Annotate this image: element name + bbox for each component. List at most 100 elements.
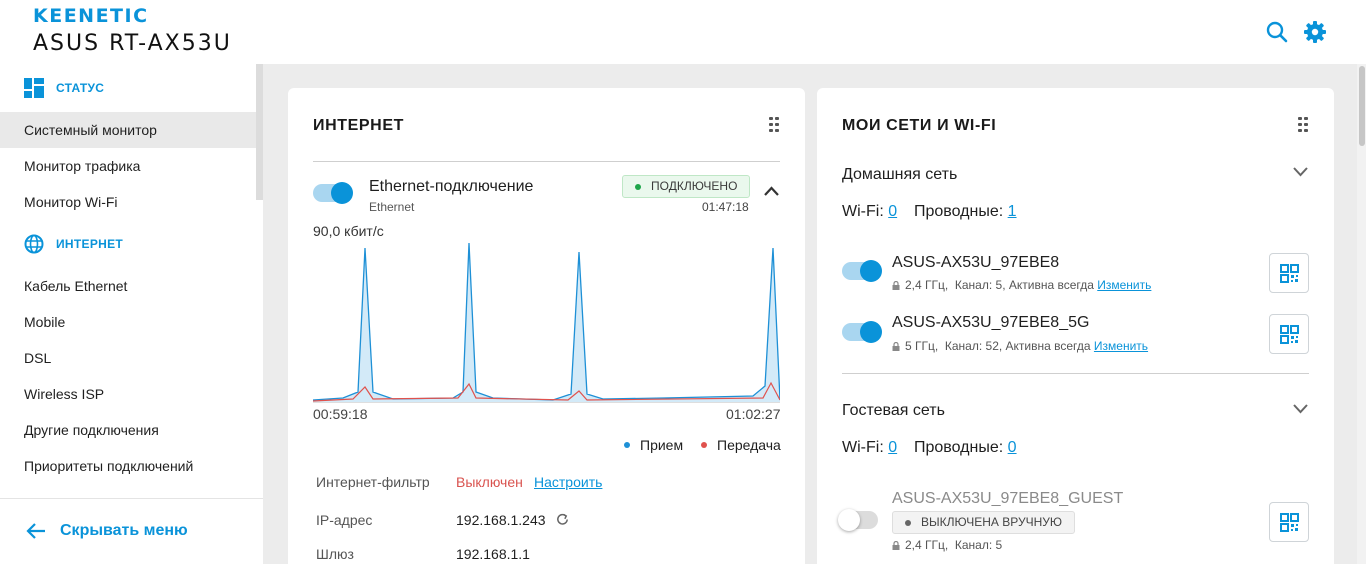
legend-tx: Передача (701, 437, 781, 453)
ssid-2g-band: 2,4 ГГц, (905, 278, 949, 292)
guest-wired-count-link[interactable]: 0 (1008, 439, 1017, 456)
ssid-2g-qr-button[interactable] (1269, 253, 1309, 293)
sidebar-item-system-monitor[interactable]: Системный монитор (0, 112, 256, 148)
guest-ssid-name: ASUS-AX53U_97EBE8_GUEST (892, 490, 1124, 507)
collapse-menu-label: Скрывать меню (60, 522, 188, 539)
sidebar-item-label: Кабель Ethernet (24, 278, 128, 294)
toggle-knob (860, 260, 882, 282)
guest-ssid-details: 2,4 ГГц, Канал: 5 (892, 538, 1002, 552)
sidebar-item-other-connections[interactable]: Другие подключения (0, 412, 256, 448)
ssid-5g-edit-link[interactable]: Изменить (1094, 339, 1148, 353)
home-wifi-count-link[interactable]: 0 (888, 203, 897, 220)
guest-wifi-count: Wi-Fi: 0 (842, 439, 897, 457)
sidebar-item-traffic-monitor[interactable]: Монитор трафика (0, 148, 256, 184)
internet-filter-label: Интернет-фильтр (316, 474, 430, 490)
sidebar-item-wireless-isp[interactable]: Wireless ISP (0, 376, 256, 412)
device-model: ASUS RT-AX53U (33, 31, 232, 56)
arrow-left-icon (26, 523, 45, 539)
home-wired-count: Проводные: 1 (914, 203, 1017, 221)
ssid-5g-details: 5 ГГц, Канал: 52, Активна всегда Изменит… (892, 339, 1148, 353)
lock-icon (892, 342, 900, 351)
lock-icon (892, 541, 900, 550)
rx-line (313, 242, 780, 401)
ip-address-label: IP-адрес (316, 512, 373, 528)
sidebar-item-label: DSL (24, 350, 52, 366)
sidebar-item-connection-priorities[interactable]: Приоритеты подключений (0, 448, 256, 484)
legend-tx-dot (701, 442, 707, 448)
sidebar-item-mobile[interactable]: Mobile (0, 304, 256, 340)
toggle-knob (331, 182, 353, 204)
guest-disabled-status: ВЫКЛЮЧЕНА ВРУЧНУЮ (921, 515, 1062, 529)
sidebar-scrollbar[interactable] (256, 64, 263, 200)
gateway-value: 192.168.1.1 (456, 546, 530, 562)
chart-max-speed: 90,0 кбит/с (313, 223, 384, 239)
legend-rx-label: Прием (640, 437, 684, 453)
gear-icon[interactable] (1303, 20, 1327, 44)
connection-uptime: 01:47:18 (702, 200, 749, 214)
sidebar-section-status-title: СТАТУС (56, 81, 105, 95)
ssid-5g-qr-button[interactable] (1269, 314, 1309, 354)
internet-filter-value: Выключен (456, 474, 523, 490)
sidebar-item-label: Монитор Wi-Fi (24, 194, 118, 210)
ssid-5g-name: ASUS-AX53U_97EBE8_5G (892, 314, 1090, 331)
gateway-label: Шлюз (316, 546, 354, 562)
drag-handle-icon[interactable] (769, 117, 779, 133)
search-icon[interactable] (1265, 20, 1289, 44)
sidebar-item-wifi-monitor[interactable]: Монитор Wi-Fi (0, 184, 256, 220)
guest-wifi-label: Wi-Fi: (842, 439, 884, 456)
ssid-2g-channel: Канал: 5, Активна всегда (954, 278, 1094, 292)
qr-code-icon (1280, 513, 1299, 532)
drag-handle-icon[interactable] (1298, 117, 1308, 133)
chart-end-time: 01:02:27 (726, 406, 781, 422)
sidebar-item-label: Mobile (24, 314, 66, 330)
ethernet-connection-toggle[interactable] (313, 182, 353, 204)
sidebar-item-label: Другие подключения (24, 422, 159, 438)
chevron-up-icon[interactable] (763, 185, 780, 197)
home-network-title: Домашняя сеть (842, 166, 958, 183)
sidebar-divider (0, 498, 263, 499)
brand-logo: KEENETIC (33, 5, 149, 27)
ssid-2g-edit-link[interactable]: Изменить (1097, 278, 1151, 292)
legend-rx-dot (624, 442, 630, 448)
home-wired-label: Проводные: (914, 203, 1004, 220)
guest-ssid-band: 2,4 ГГц, (905, 538, 949, 552)
connection-type: Ethernet (369, 200, 415, 214)
chevron-down-icon[interactable] (1292, 403, 1309, 414)
networks-divider (842, 373, 1309, 374)
refresh-icon[interactable] (555, 512, 570, 527)
qr-code-icon (1280, 325, 1299, 344)
guest-wired-count: Проводные: 0 (914, 439, 1017, 457)
home-wired-count-link[interactable]: 1 (1008, 203, 1017, 220)
sidebar-section-status: СТАТУС (24, 78, 104, 98)
guest-disabled-badge: ВЫКЛЮЧЕНА ВРУЧНУЮ (892, 511, 1075, 534)
ssid-2g-details: 2,4 ГГц, Канал: 5, Активна всегда Измени… (892, 278, 1151, 292)
guest-ssid-toggle[interactable] (838, 509, 878, 531)
sidebar-item-dsl[interactable]: DSL (0, 340, 256, 376)
sidebar-section-internet-title: ИНТЕРНЕТ (56, 237, 124, 251)
sidebar-item-label: Wireless ISP (24, 386, 105, 402)
ssid-5g-toggle[interactable] (842, 321, 882, 343)
sidebar-item-ethernet-cable[interactable]: Кабель Ethernet (0, 268, 256, 304)
globe-icon (24, 234, 44, 254)
sidebar-item-label: Монитор трафика (24, 158, 141, 174)
top-header: KEENETIC ASUS RT-AX53U (0, 0, 1366, 64)
guest-network-title: Гостевая сеть (842, 402, 945, 419)
collapse-menu-button[interactable]: Скрывать меню (26, 522, 188, 540)
ssid-2g-toggle[interactable] (842, 260, 882, 282)
traffic-chart (313, 242, 780, 403)
guest-wired-label: Проводные: (914, 439, 1004, 456)
chevron-down-icon[interactable] (1292, 166, 1309, 177)
ssid-5g-band: 5 ГГц, (905, 339, 939, 353)
home-wifi-label: Wi-Fi: (842, 203, 884, 220)
legend-rx: Прием (624, 437, 683, 453)
guest-wifi-count-link[interactable]: 0 (888, 439, 897, 456)
networks-card-title: МОИ СЕТИ И WI-FI (842, 117, 997, 134)
internet-filter-configure-link[interactable]: Настроить (534, 474, 602, 490)
toggle-knob (860, 321, 882, 343)
page-scrollbar[interactable] (1359, 66, 1365, 146)
connected-status-text: ПОДКЛЮЧЕНО (651, 179, 738, 193)
internet-card-title: ИНТЕРНЕТ (313, 117, 404, 134)
guest-ssid-qr-button[interactable] (1269, 502, 1309, 542)
rx-area (313, 243, 780, 402)
sidebar-item-label: Системный монитор (24, 122, 157, 138)
